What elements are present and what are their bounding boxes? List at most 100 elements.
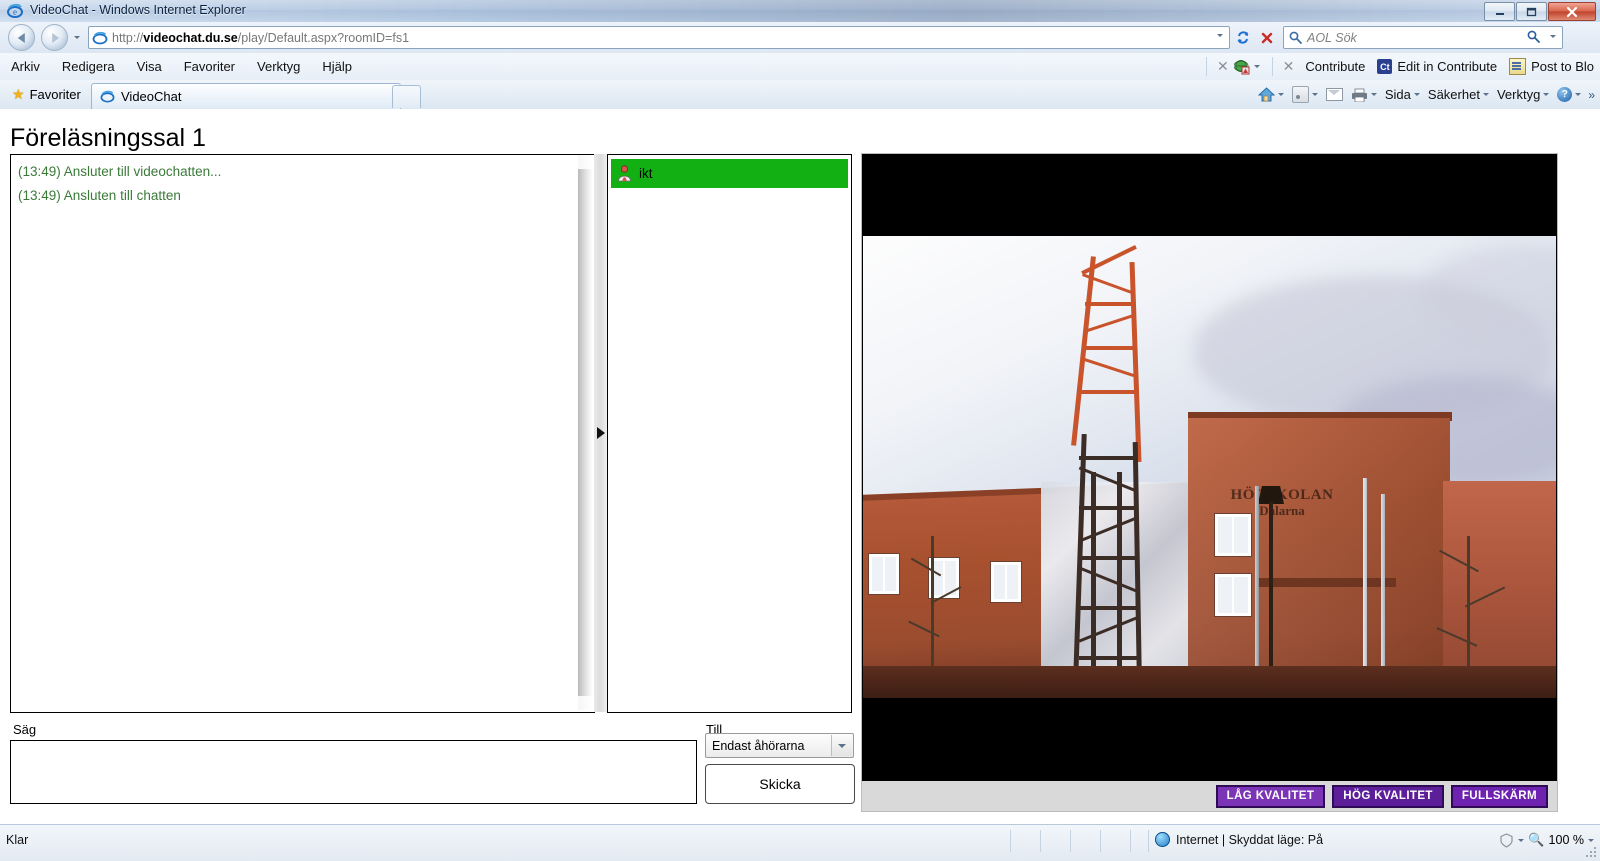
scaffold-bar — [1081, 390, 1137, 394]
protected-mode-dropdown-icon[interactable] — [1518, 838, 1525, 842]
print-dropdown-icon[interactable] — [1370, 93, 1377, 96]
tab-label: VideoChat — [121, 89, 182, 104]
protected-mode-icon[interactable] — [1499, 832, 1514, 848]
video-building-main — [1188, 418, 1450, 698]
contribute-close-icon[interactable]: ✕ — [1278, 58, 1300, 75]
tree-branch — [1436, 627, 1478, 647]
video-window — [1215, 514, 1251, 556]
say-label: Säg — [13, 722, 37, 737]
to-select[interactable]: Endast åhörarna — [705, 733, 854, 758]
refresh-icon — [1237, 31, 1248, 44]
recent-pages-button[interactable] — [70, 28, 84, 48]
mail-button[interactable] — [1322, 88, 1347, 101]
high-quality-button[interactable]: HÖG KVALITET — [1332, 784, 1444, 808]
say-input[interactable] — [10, 740, 697, 804]
scaffold-bar — [1083, 358, 1135, 377]
toolbar-divider — [1205, 57, 1207, 76]
feeds-button[interactable] — [1288, 86, 1322, 103]
mail-icon — [1325, 88, 1343, 101]
address-bar[interactable]: http://videochat.du.se/play/Default.aspx… — [88, 26, 1230, 49]
internet-zone-icon — [1155, 832, 1170, 847]
search-input[interactable]: AOL Sök — [1307, 31, 1357, 45]
scaffold-bar — [1079, 606, 1137, 610]
status-divider — [1070, 830, 1071, 852]
tree-branch — [1439, 549, 1479, 573]
help-dropdown-icon — [1575, 93, 1582, 96]
toolbar-close-icon[interactable]: ✕ — [1212, 58, 1234, 75]
to-select-dropdown-button[interactable] — [831, 735, 852, 756]
security-menu-label: Säkerhet — [1427, 87, 1480, 102]
status-divider — [1100, 830, 1101, 852]
resize-grip[interactable] — [1586, 847, 1598, 859]
home-dropdown-icon[interactable] — [1277, 93, 1284, 96]
scaffold-bar — [1117, 472, 1122, 698]
low-quality-button[interactable]: LÅG KVALITET — [1215, 784, 1326, 808]
restore-button[interactable] — [1516, 2, 1547, 21]
svg-text:e: e — [13, 7, 17, 17]
zoom-level: 100 % — [1548, 833, 1584, 847]
search-provider-dropdown-icon[interactable] — [1550, 35, 1556, 38]
feeds-dropdown-icon[interactable] — [1311, 93, 1318, 96]
internet-explorer-icon: e — [7, 3, 23, 18]
extra-toolbars: ✕ ✕ Contribute Ct Edit in Contribute Pos… — [1201, 53, 1600, 80]
help-menu-button[interactable]: ? — [1553, 87, 1585, 102]
contribute-button[interactable]: Contribute — [1299, 59, 1371, 74]
page-menu-button[interactable]: Sida — [1381, 87, 1424, 102]
user-name: ikt — [639, 166, 653, 181]
search-bar[interactable]: AOL Sök — [1283, 26, 1563, 49]
video-window — [869, 554, 899, 594]
menu-item-visa[interactable]: Visa — [126, 56, 173, 77]
list-item[interactable]: ikt — [611, 159, 848, 188]
menu-item-redigera[interactable]: Redigera — [51, 56, 126, 77]
address-url: http://videochat.du.se/play/Default.aspx… — [112, 31, 409, 45]
panel-splitter[interactable] — [594, 154, 607, 712]
favorites-button[interactable]: ★ Favoriter — [6, 84, 87, 104]
video-image: HÖGSKOLAN Dalarna — [863, 236, 1556, 698]
home-button[interactable] — [1254, 87, 1288, 102]
refresh-button[interactable] — [1232, 27, 1254, 49]
edit-in-contribute-button[interactable]: Ct Edit in Contribute — [1371, 59, 1503, 74]
tab-videochat[interactable]: VideoChat — [91, 83, 401, 109]
tab-bar: ★ Favoriter VideoChat Sida Säkerhet Verk… — [0, 80, 1600, 110]
menu-item-arkiv[interactable]: Arkiv — [0, 56, 51, 77]
aol-globe-icon[interactable] — [1233, 59, 1250, 75]
video-ground — [863, 666, 1556, 698]
forward-button[interactable] — [41, 24, 68, 51]
zoom-dropdown-icon[interactable] — [1588, 838, 1594, 842]
stop-button[interactable] — [1256, 27, 1278, 49]
address-dropdown-icon[interactable] — [1217, 34, 1223, 37]
print-button[interactable] — [1347, 88, 1381, 102]
security-zone[interactable]: Internet | Skyddat läge: På — [1155, 832, 1323, 847]
aol-toolbar-dropdown-icon[interactable] — [1253, 65, 1260, 68]
chat-scrollbar-thumb[interactable] — [578, 169, 593, 696]
new-tab-button[interactable] — [392, 85, 421, 108]
security-menu-dropdown-icon — [1482, 93, 1489, 96]
post-to-blog-button[interactable]: Post to Blo — [1503, 58, 1600, 75]
page-title: Föreläsningssal 1 — [10, 124, 206, 152]
video-stage[interactable]: HÖGSKOLAN Dalarna — [862, 154, 1557, 781]
tab-favicon-icon — [100, 90, 115, 103]
tools-menu-dropdown-icon — [1543, 93, 1550, 96]
menu-item-hjalp[interactable]: Hjälp — [311, 56, 363, 77]
fullscreen-button[interactable]: FULLSKÄRM — [1450, 784, 1548, 808]
close-button[interactable] — [1548, 2, 1596, 21]
url-scheme: http:// — [112, 30, 144, 45]
scaffold-bar — [1078, 566, 1138, 593]
zoom-icon[interactable]: 🔍 — [1528, 832, 1544, 848]
back-button[interactable] — [8, 24, 35, 51]
tree-branch — [908, 620, 940, 638]
tools-menu-label: Verktyg — [1496, 87, 1541, 102]
tools-menu-button[interactable]: Verktyg — [1493, 87, 1553, 102]
search-go-icon[interactable] — [1527, 30, 1540, 43]
help-icon: ? — [1557, 87, 1573, 102]
menu-item-favoriter[interactable]: Favoriter — [173, 56, 246, 77]
security-menu-button[interactable]: Säkerhet — [1424, 87, 1493, 102]
video-window — [1215, 574, 1251, 616]
minimize-button[interactable] — [1484, 2, 1515, 21]
tree-branch — [930, 586, 962, 604]
send-button[interactable]: Skicka — [705, 764, 855, 804]
command-bar-overflow-icon[interactable]: » — [1585, 88, 1598, 102]
scaffold-bar — [1079, 556, 1137, 560]
menu-item-verktyg[interactable]: Verktyg — [246, 56, 311, 77]
chat-log: (13:49) Ansluter till videochatten... (1… — [10, 154, 595, 713]
